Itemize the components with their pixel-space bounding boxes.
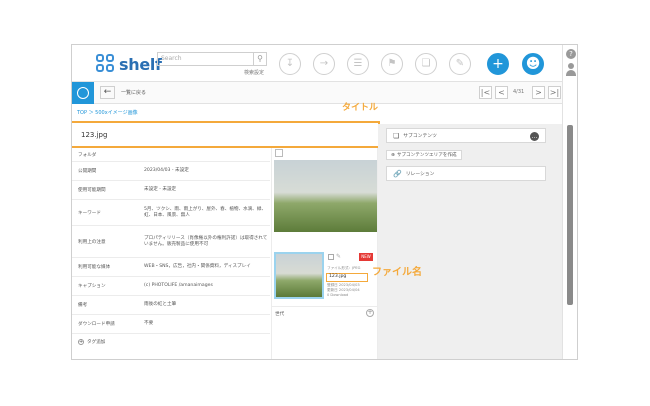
account-icon[interactable] (566, 63, 576, 77)
breadcrumb[interactable]: TOP ＞ 500xイメージ画像 (77, 109, 138, 116)
add-tag-button[interactable]: + タグ追加 (78, 339, 105, 345)
app-window: shelf Search ⚲ 検索設定 ↧ → ☰ ⚑ ❏ ✎ + ☻ ? ← … (71, 44, 578, 360)
search-icon[interactable]: ⚲ (254, 52, 267, 66)
download-icon[interactable]: ↧ (279, 53, 301, 75)
share-icon[interactable]: → (313, 53, 335, 75)
help-icon[interactable]: ? (566, 49, 576, 59)
create-sub-area-button[interactable]: ⊕ サブコンテンツエリアを作成 (386, 150, 462, 160)
plus-circle-icon: ⊕ (391, 152, 395, 158)
preview-image[interactable] (274, 160, 377, 232)
user-settings-icon[interactable]: ☻ (522, 53, 544, 75)
page-title[interactable]: 123.jpg (81, 131, 107, 139)
meta-row: 利用上の注意 プロパティリリース（肖像権以外の権利許諾）は取得されていません。販… (72, 226, 270, 258)
title-annotation: タイトル (342, 103, 379, 113)
search-input[interactable]: Search (157, 52, 254, 66)
plus-circle-icon: + (78, 339, 84, 345)
document-icon[interactable]: ☰ (347, 53, 369, 75)
shelf-logo[interactable]: shelf (96, 53, 162, 75)
page-indicator: 4/31 (513, 89, 525, 95)
file-thumbnail[interactable] (274, 252, 324, 299)
back-arrow-icon[interactable]: ← (100, 86, 115, 99)
file-info-downloads: 0 Download (327, 293, 349, 297)
logo-mark-icon (96, 54, 116, 74)
first-page-icon[interactable]: |< (479, 86, 492, 99)
app-header: shelf Search ⚲ 検索設定 ↧ → ☰ ⚑ ❏ ✎ + ☻ (72, 45, 562, 82)
metadata-table: フォルダ 公開期間 2023/04/03 - 未設定 使用可能期間 未設定 - … (72, 148, 270, 334)
prev-page-icon[interactable]: < (495, 86, 508, 99)
meta-row: 使用可能期間 未設定 - 未設定 (72, 181, 270, 200)
search-settings-link[interactable]: 検索設定 (244, 69, 264, 76)
file-format-info: ファイル形式：JPEG (327, 266, 361, 270)
relation-box[interactable]: 🔗 リレーション (386, 166, 546, 181)
more-icon[interactable]: … (530, 132, 539, 141)
back-to-list-link[interactable]: 一覧に戻る (121, 89, 146, 96)
detail-toolbar: ← 一覧に戻る |< < 4/31 > >| (72, 82, 562, 104)
new-badge: NEW (359, 253, 373, 261)
edit-icon[interactable]: ✎ (449, 53, 471, 75)
filename-annotation: ファイル名 (372, 267, 422, 278)
version-history-label: 世代 (275, 312, 285, 317)
search-toggle-icon[interactable] (72, 82, 94, 104)
next-page-icon[interactable]: > (532, 86, 545, 99)
file-name[interactable]: 123.jpg (326, 273, 368, 282)
meta-row: 利用可能な媒体 WEB・SNS，広告，社内・関係資料，ディスプレイ (72, 258, 270, 277)
flag-icon[interactable]: ⚑ (381, 53, 403, 75)
meta-row: 公開期間 2023/04/03 - 未設定 (72, 162, 270, 181)
meta-row: キーワード 5月、ツクシ、雨、雨上がり、屋外、春、植物、水滴、緑、虹、日本、風景… (72, 200, 270, 226)
logo-text: shelf (119, 54, 162, 74)
preview-column: ✎ NEW ファイル形式：JPEG 123.jpg 登録日 2023/04/03… (271, 148, 379, 359)
add-icon[interactable]: + (487, 53, 509, 75)
pencil-icon[interactable]: ✎ (336, 253, 341, 260)
scrollbar[interactable] (567, 125, 573, 305)
title-row: 123.jpg (72, 121, 380, 148)
select-checkbox[interactable] (328, 254, 334, 260)
sub-content-panel: ❏ サブコンテンツ … ⊕ サブコンテンツエリアを作成 🔗 リレーション (378, 124, 562, 359)
add-version-icon[interactable]: + (366, 309, 374, 317)
sub-content-box[interactable]: ❏ サブコンテンツ … (386, 128, 546, 143)
meta-row: フォルダ (72, 148, 270, 162)
meta-row: ダウンロード申請 不要 (72, 315, 270, 334)
thumbnail-toggle-icon[interactable] (275, 149, 283, 157)
sub-content-icon: ❏ (393, 131, 400, 140)
meta-row: キャプション (c) PHOTOLIFE /amanaimages (72, 277, 270, 296)
link-icon: 🔗 (393, 169, 402, 178)
last-page-icon[interactable]: >| (548, 86, 561, 99)
meta-row: 備考 雨後の虹と土筆 (72, 296, 270, 315)
copy-icon[interactable]: ❏ (415, 53, 437, 75)
